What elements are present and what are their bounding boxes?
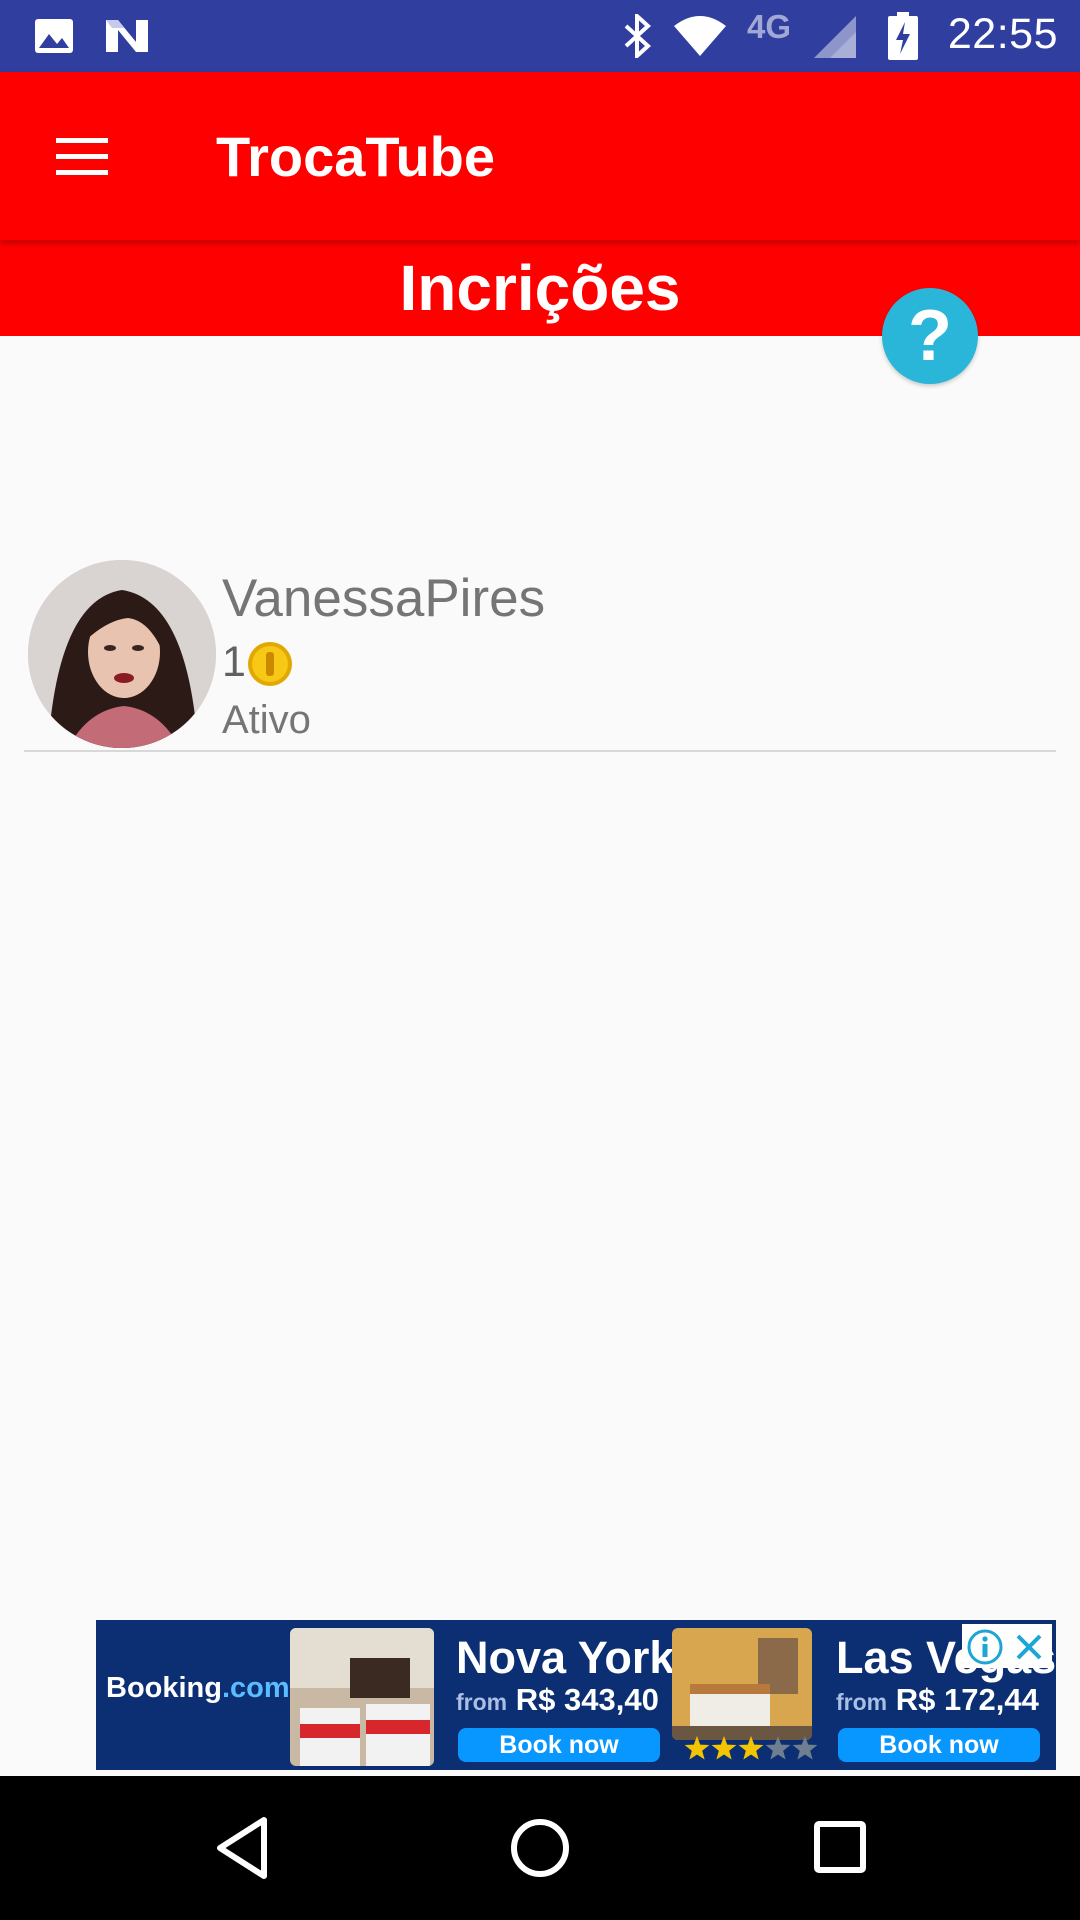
clock: 22:55 [947,10,1058,58]
ad-rating-stars [684,1736,818,1760]
help-button[interactable]: ? [882,288,978,384]
app-title: TrocaTube [216,125,496,188]
ad-controls [962,1624,1052,1668]
n-notification-icon [106,20,148,52]
ad-offer-1-price: from R$ 343,40 [456,1682,659,1717]
coin-icon [248,642,292,686]
question-mark-icon: ? [908,296,952,376]
app-bar: TrocaTube [0,72,1080,240]
subscription-coin-count: 1 [222,638,246,686]
ad-close-icon[interactable] [1012,1630,1046,1664]
hamburger-menu-icon[interactable] [52,132,112,180]
subscription-channel-name: VanessaPires [222,569,546,628]
subscription-status: Ativo [222,698,311,742]
star-empty-icon [765,1736,791,1760]
signal-icon [814,16,856,58]
network-type-label: 4G [747,8,792,45]
star-filled-icon [711,1736,737,1760]
home-icon[interactable] [508,1812,572,1884]
ad-offer-2-book-button[interactable]: Book now [838,1728,1040,1762]
wifi-icon [674,16,726,56]
ad-offer-2-price: from R$ 172,44 [836,1682,1039,1717]
ad-info-icon[interactable] [966,1628,1004,1666]
battery-charging-icon [888,12,918,60]
back-icon[interactable] [212,1812,272,1884]
ad-hotel-photo-1 [290,1628,434,1766]
star-empty-icon [792,1736,818,1760]
subscription-list-item[interactable]: VanessaPires 1 Ativo [24,556,1056,752]
image-notification-icon [35,19,73,53]
star-filled-icon [684,1736,710,1760]
bluetooth-icon [624,14,651,58]
avatar [28,560,216,748]
ad-brand-logo: Booking.com [106,1672,290,1704]
ad-hotel-photo-2 [672,1628,812,1740]
status-bar: 4G 22:55 [0,0,1080,72]
ad-banner[interactable]: Booking.com Nova York from R$ 343,40 Boo… [96,1620,1056,1770]
recent-apps-icon[interactable] [812,1812,868,1884]
ad-offer-1-book-button[interactable]: Book now [458,1728,660,1762]
star-filled-icon [738,1736,764,1760]
ad-offer-1-city: Nova York [456,1632,675,1683]
system-navigation-bar [0,1776,1080,1920]
